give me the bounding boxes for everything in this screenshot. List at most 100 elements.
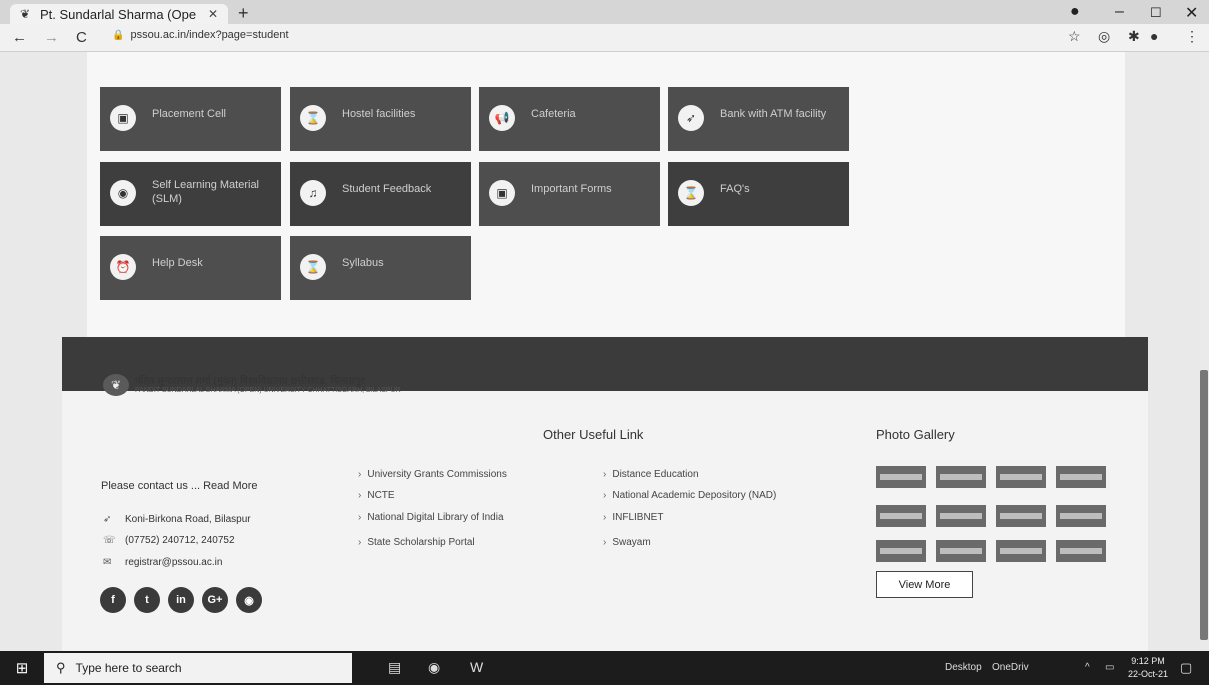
profile-dot-icon[interactable]: ● <box>1070 3 1080 21</box>
chrome-icon[interactable]: ◉ <box>428 659 440 676</box>
gallery-thumbnail[interactable] <box>1056 505 1106 527</box>
tile-student-feedback[interactable]: ♫ Student Feedback <box>290 162 471 226</box>
google-plus-icon[interactable]: G+ <box>202 587 228 613</box>
link-ndl[interactable]: › National Digital Library of India <box>358 512 504 523</box>
linkedin-icon[interactable]: in <box>168 587 194 613</box>
link-text: National Academic Depository (NAD) <box>612 490 777 501</box>
file-explorer-icon[interactable]: ▤ <box>388 659 401 676</box>
minimize-button[interactable]: – <box>1115 3 1124 21</box>
address-text: Koni-Birkona Road, Bilaspur <box>125 514 251 525</box>
notifications-icon[interactable]: ▢ <box>1180 660 1192 676</box>
windows-taskbar: ⊞ ⚲ Type here to search ▤ ◉ W Desktop On… <box>0 651 1209 685</box>
tile-important-forms[interactable]: ▣ Important Forms <box>479 162 660 226</box>
chevron-right-icon: › <box>358 512 362 523</box>
link-swayam[interactable]: › Swayam <box>603 537 651 548</box>
tile-label: FAQ's <box>720 183 750 195</box>
link-inflibnet[interactable]: › INFLIBNET <box>603 512 663 523</box>
clipboard-icon: ▣ <box>110 105 136 131</box>
taskbar-clock[interactable]: 9:12 PM 22-Oct-21 <box>1128 655 1168 681</box>
tile-help-desk[interactable]: ⏰ Help Desk <box>100 236 281 300</box>
twitter-icon[interactable]: t <box>134 587 160 613</box>
tile-hostel-facilities[interactable]: ⌛ Hostel facilities <box>290 87 471 151</box>
view-more-button[interactable]: View More <box>876 571 973 598</box>
chevron-right-icon: › <box>358 490 362 501</box>
rss-icon[interactable]: ◉ <box>236 587 262 613</box>
extensions-puzzle-icon[interactable]: ✱ <box>1128 28 1140 45</box>
gallery-thumbnail[interactable] <box>936 505 986 527</box>
logo-english-text: PANDIT SUNDARLAL SHARMA (OPEN) UNIVERSIT… <box>135 387 401 394</box>
photo-gallery-title: Photo Gallery <box>876 427 955 442</box>
useful-links-title: Other Useful Link <box>543 427 644 442</box>
link-text: National Digital Library of India <box>367 512 504 523</box>
gallery-thumbnail[interactable] <box>1056 466 1106 488</box>
gallery-thumbnail[interactable] <box>996 466 1046 488</box>
scrollbar-thumb[interactable] <box>1200 370 1208 640</box>
link-text: Swayam <box>612 537 651 548</box>
address-bar[interactable]: 🔒 pssou.ac.in/index?page=student <box>112 29 289 41</box>
gallery-thumbnail[interactable] <box>876 505 926 527</box>
megaphone-icon: 📢 <box>489 105 515 131</box>
contact-read-more-link[interactable]: Please contact us ... Read More <box>101 480 258 492</box>
tab-strip: ❦ Pt. Sundarlal Sharma (Ope ✕ + ● – ☐ ✕ <box>0 0 1209 24</box>
link-scholarship[interactable]: › State Scholarship Portal <box>358 537 475 548</box>
gallery-thumbnail[interactable] <box>1056 540 1106 562</box>
location-icon: ➶ <box>103 514 112 525</box>
tile-label: Important Forms <box>531 183 612 195</box>
desktop-toolbar-label[interactable]: Desktop <box>945 662 982 673</box>
hourglass-icon: ⌛ <box>678 180 704 206</box>
browser-tab[interactable]: ❦ Pt. Sundarlal Sharma (Ope ✕ <box>10 4 228 24</box>
back-button[interactable]: ← <box>12 29 27 46</box>
gallery-thumbnail[interactable] <box>996 505 1046 527</box>
bookmark-star-icon[interactable]: ☆ <box>1068 28 1081 45</box>
link-distance-education[interactable]: › Distance Education <box>603 469 699 480</box>
extension-icon[interactable]: ◎ <box>1098 28 1110 45</box>
facebook-icon[interactable]: f <box>100 587 126 613</box>
link-ncte[interactable]: › NCTE <box>358 490 395 501</box>
tray-chevron-up-icon[interactable]: ^ <box>1085 662 1090 673</box>
clock-time: 9:12 PM <box>1131 656 1165 666</box>
lock-icon: 🔒 <box>112 30 125 41</box>
tile-syllabus[interactable]: ⌛ Syllabus <box>290 236 471 300</box>
gallery-thumbnail[interactable] <box>876 466 926 488</box>
taskbar-search-box[interactable]: ⚲ Type here to search <box>44 653 352 683</box>
close-tab-icon[interactable]: ✕ <box>208 7 218 21</box>
maximize-button[interactable]: ☐ <box>1150 5 1162 21</box>
forward-button[interactable]: → <box>44 29 59 46</box>
profile-avatar-icon[interactable]: ● <box>1150 28 1158 44</box>
menu-kebab-icon[interactable]: ⋮ <box>1185 28 1199 45</box>
gallery-thumbnail[interactable] <box>936 540 986 562</box>
hourglass-icon: ⌛ <box>300 105 326 131</box>
clock-date: 22-Oct-21 <box>1128 669 1169 679</box>
tile-placement-cell[interactable]: ▣ Placement Cell <box>100 87 281 151</box>
tile-bank-atm[interactable]: ➶ Bank with ATM facility <box>668 87 849 151</box>
link-text: NCTE <box>367 490 395 501</box>
onedrive-label[interactable]: OneDriv <box>992 662 1029 673</box>
chevron-right-icon: › <box>358 469 362 480</box>
tile-self-learning-material[interactable]: ◉ Self Learning Material (SLM) <box>100 162 281 226</box>
tile-label: Student Feedback <box>342 183 432 195</box>
link-nad[interactable]: › National Academic Depository (NAD) <box>603 490 776 501</box>
battery-icon[interactable]: ▭ <box>1105 662 1114 673</box>
search-placeholder: Type here to search <box>75 661 182 675</box>
search-icon: ⚲ <box>56 660 66 675</box>
link-text: State Scholarship Portal <box>367 537 475 548</box>
tile-label: Help Desk <box>152 257 203 269</box>
university-logo[interactable]: ❦ पंडित सुन्दरलाल शर्मा (मुक्त) विश्वविद… <box>103 374 401 396</box>
new-tab-button[interactable]: + <box>238 3 249 24</box>
link-ugc[interactable]: › University Grants Commissions <box>358 469 507 480</box>
reload-button[interactable]: C <box>76 29 87 46</box>
gallery-thumbnail[interactable] <box>996 540 1046 562</box>
word-icon[interactable]: W <box>470 659 483 675</box>
phone-icon: ☏ <box>103 535 116 546</box>
link-text: INFLIBNET <box>612 512 664 523</box>
gallery-thumbnail[interactable] <box>876 540 926 562</box>
tile-cafeteria[interactable]: 📢 Cafeteria <box>479 87 660 151</box>
tile-label: Syllabus <box>342 257 384 269</box>
email-link[interactable]: registrar@pssou.ac.in <box>125 557 222 568</box>
chevron-right-icon: › <box>603 490 607 501</box>
windows-start-icon[interactable]: ⊞ <box>0 651 44 685</box>
gallery-thumbnail[interactable] <box>936 466 986 488</box>
tile-faqs[interactable]: ⌛ FAQ's <box>668 162 849 226</box>
tab-title: Pt. Sundarlal Sharma (Ope <box>40 6 197 22</box>
close-window-button[interactable]: ✕ <box>1185 3 1198 23</box>
